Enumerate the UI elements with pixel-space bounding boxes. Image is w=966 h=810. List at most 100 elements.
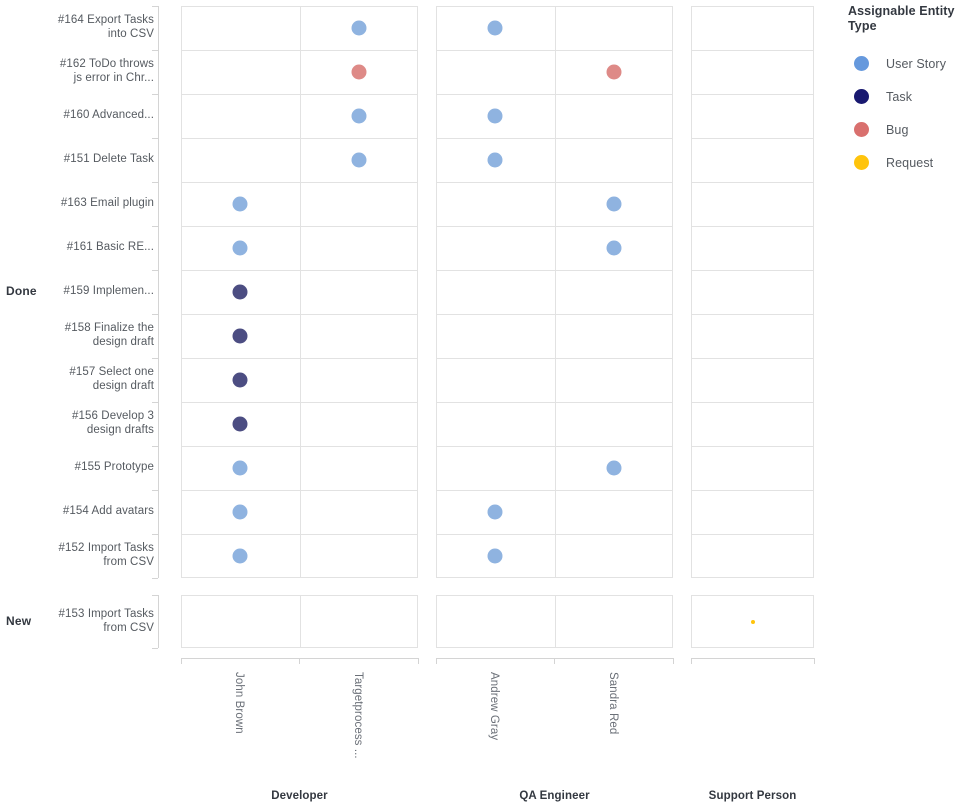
x-axis-tick	[814, 658, 815, 664]
facet-row-divider	[692, 94, 813, 95]
facet-row-divider	[182, 314, 417, 315]
legend-label: Task	[886, 89, 913, 104]
row-label: #156 Develop 3 design drafts	[72, 410, 154, 436]
facet-row-divider	[692, 402, 813, 403]
y-axis-tick	[152, 50, 158, 51]
y-axis-tick	[152, 94, 158, 95]
facet-column-divider	[555, 7, 556, 577]
y-axis-tick	[152, 138, 158, 139]
facet-row-divider	[437, 534, 672, 535]
row-label: #163 Email plugin	[60, 197, 154, 209]
x-axis-tick	[436, 658, 437, 664]
row-label: #161 Basic RE...	[66, 241, 154, 253]
facet-cell	[436, 595, 673, 648]
y-axis-bracket	[158, 6, 159, 578]
data-point[interactable]	[750, 619, 755, 624]
facet-row-divider	[182, 358, 417, 359]
data-point[interactable]	[232, 284, 248, 300]
data-point[interactable]	[606, 196, 621, 212]
legend: Assignable Entity Type User Story Task Bug…	[848, 4, 966, 179]
data-point[interactable]	[232, 372, 248, 388]
legend-item[interactable]: Bug	[848, 113, 966, 146]
facet-row-divider	[692, 490, 813, 491]
facet-row-divider	[182, 50, 417, 51]
data-point[interactable]	[232, 196, 248, 212]
y-axis-tick	[152, 6, 158, 7]
data-point[interactable]	[232, 416, 248, 432]
data-point[interactable]	[487, 108, 503, 124]
x-axis-tick	[554, 658, 555, 664]
facet-row-divider	[692, 534, 813, 535]
legend-title-line2: Type	[848, 19, 877, 33]
data-point[interactable]	[606, 460, 621, 476]
x-axis-tick	[181, 658, 182, 664]
legend-swatch-icon	[854, 56, 869, 71]
y-axis-tick	[152, 534, 158, 535]
legend-title-line1: Assignable Entity	[848, 4, 955, 18]
facet-column-divider	[300, 7, 301, 577]
facet-row-divider	[182, 534, 417, 535]
data-point[interactable]	[232, 240, 248, 256]
x-axis-tick	[418, 658, 419, 664]
data-point[interactable]	[351, 64, 366, 80]
data-point[interactable]	[487, 152, 503, 168]
facet-column-divider	[555, 596, 556, 647]
column-label: Andrew Gray	[488, 672, 500, 741]
row-label: #162 ToDo throws js error in Chr...	[59, 58, 154, 84]
legend-label: User Story	[886, 56, 947, 71]
facet-row-divider	[437, 138, 672, 139]
facet-cell	[436, 6, 673, 578]
facet-row-divider	[692, 50, 813, 51]
facet-row-divider	[437, 446, 672, 447]
y-axis-tick	[152, 402, 158, 403]
facet-row-divider	[437, 314, 672, 315]
legend-title: Assignable Entity Type	[848, 4, 966, 34]
facet-cell	[181, 595, 418, 648]
facet-cell	[181, 6, 418, 578]
facet-row-divider	[437, 270, 672, 271]
data-point[interactable]	[232, 328, 248, 344]
scatter-matrix-chart: #164 Export Tasks into CSV #162 ToDo thro…	[0, 0, 966, 810]
x-axis-tick	[691, 658, 692, 664]
facet-column-divider	[300, 596, 301, 647]
x-axis-tick	[299, 658, 300, 664]
column-group-label: Support Person	[708, 790, 797, 802]
facet-row-divider	[437, 490, 672, 491]
column-group-label: QA Engineer	[519, 790, 590, 802]
data-point[interactable]	[606, 240, 621, 256]
data-point[interactable]	[232, 504, 248, 520]
data-point[interactable]	[351, 20, 366, 36]
data-point[interactable]	[606, 64, 621, 80]
facet-row-divider	[437, 182, 672, 183]
row-group-label-new: New	[6, 613, 32, 628]
row-label: #160 Advanced...	[63, 109, 154, 121]
y-axis-tick	[152, 490, 158, 491]
row-label: #157 Select one design draft	[69, 366, 154, 392]
data-point[interactable]	[351, 152, 366, 168]
facet-row-divider	[437, 50, 672, 51]
data-point[interactable]	[487, 20, 503, 36]
facet-row-divider	[692, 182, 813, 183]
row-label: #152 Import Tasks from CSV	[58, 542, 154, 568]
facet-row-divider	[692, 446, 813, 447]
facet-row-divider	[437, 402, 672, 403]
legend-item[interactable]: User Story	[848, 47, 966, 80]
legend-items: User Story Task Bug Request	[848, 47, 966, 179]
y-axis-tick	[152, 226, 158, 227]
y-axis-tick	[152, 648, 158, 649]
data-point[interactable]	[232, 548, 248, 564]
legend-item[interactable]: Task	[848, 80, 966, 113]
facet-row-divider	[692, 138, 813, 139]
facet-row-divider	[692, 358, 813, 359]
data-point[interactable]	[487, 504, 503, 520]
legend-label: Request	[886, 155, 934, 170]
facet-cell	[691, 6, 814, 578]
data-point[interactable]	[487, 548, 503, 564]
data-point[interactable]	[232, 460, 248, 476]
row-group-label-done: Done	[6, 284, 37, 298]
data-point[interactable]	[351, 108, 366, 124]
legend-item[interactable]: Request	[848, 146, 966, 179]
row-label: #158 Finalize the design draft	[64, 322, 154, 348]
facet-row-divider	[182, 490, 417, 491]
facet-row-divider	[182, 138, 417, 139]
